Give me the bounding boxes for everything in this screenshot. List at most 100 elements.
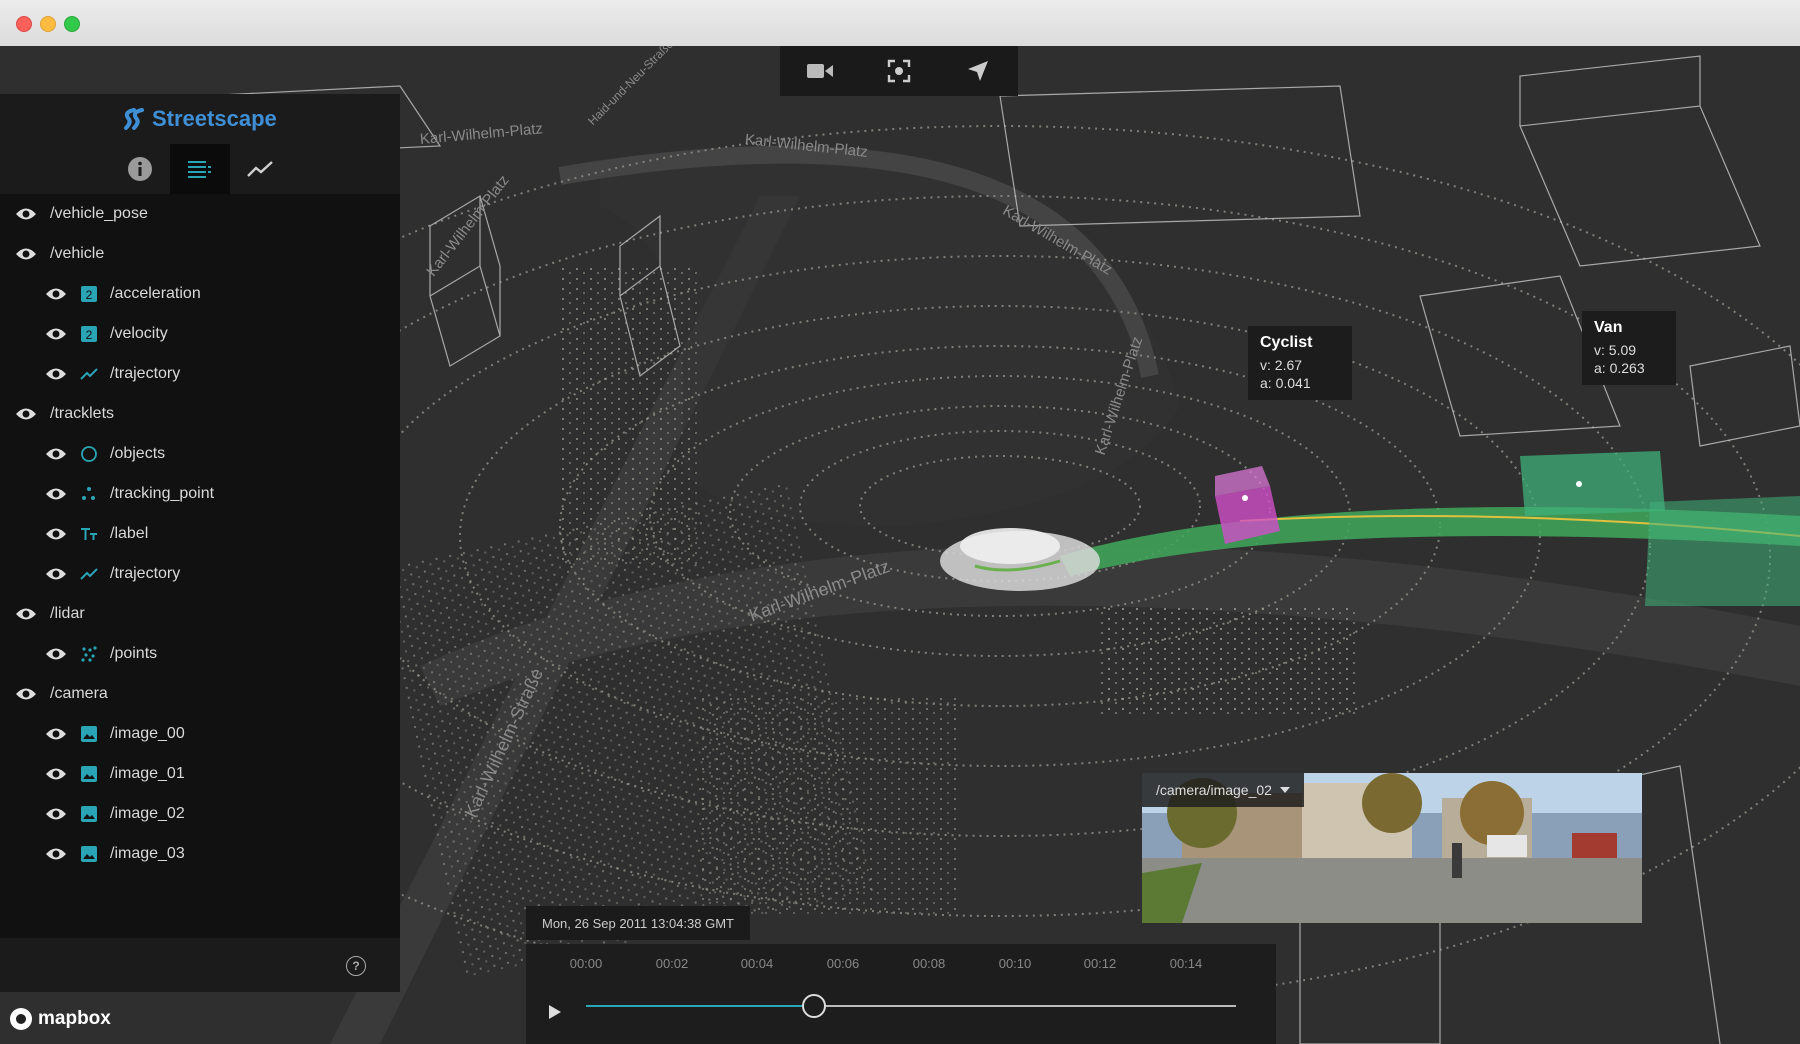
play-icon	[549, 1005, 561, 1019]
info-icon	[128, 157, 152, 181]
visibility-eye-icon[interactable]	[44, 486, 68, 502]
visibility-eye-icon[interactable]	[44, 846, 68, 862]
help-icon[interactable]: ?	[346, 956, 366, 976]
tab-metrics[interactable]	[230, 144, 290, 194]
visibility-eye-icon[interactable]	[14, 206, 38, 222]
image-icon	[80, 805, 98, 823]
cyclist-tooltip-title: Cyclist	[1260, 334, 1313, 351]
image-icon	[80, 765, 98, 783]
cyclist-acceleration: a: 0.041	[1260, 375, 1311, 391]
stream-item[interactable]: /lidar	[0, 594, 400, 634]
recenter-button[interactable]	[874, 51, 924, 91]
timeline-slider[interactable]	[586, 994, 1236, 1018]
stream-list: /vehicle_pose /vehicle 2 /acceleration 2…	[0, 194, 400, 874]
play-button[interactable]	[544, 1002, 564, 1022]
close-window-button[interactable]	[16, 16, 32, 32]
mapbox-attribution[interactable]: mapbox	[10, 1008, 111, 1030]
stream-item[interactable]: /image_03	[0, 834, 400, 874]
scatter-icon	[80, 645, 98, 663]
visibility-eye-icon[interactable]	[14, 246, 38, 262]
visibility-eye-icon[interactable]	[14, 606, 38, 622]
view-toolbar	[780, 46, 1018, 96]
timeline-tick-label: 00:12	[1083, 956, 1117, 971]
window-titlebar	[0, 0, 1800, 47]
van-acceleration: a: 0.263	[1594, 360, 1645, 376]
visibility-eye-icon[interactable]	[44, 326, 68, 342]
timeline-tick-label: 00:02	[655, 956, 689, 971]
timeline-tick-label: 00:04	[740, 956, 774, 971]
stream-item[interactable]: /trajectory	[0, 354, 400, 394]
current-timestamp: Mon, 26 Sep 2011 13:04:38 GMT	[526, 906, 750, 940]
sidebar: Streetscape /vehicle_pose /vehicle 2 /ac…	[0, 94, 400, 992]
stream-label: /trajectory	[110, 365, 181, 382]
metrics-chart-icon	[247, 161, 273, 177]
stream-item[interactable]: /image_02	[0, 794, 400, 834]
tab-info[interactable]	[110, 144, 170, 194]
svg-text:2: 2	[86, 288, 93, 302]
minimize-window-button[interactable]	[40, 16, 56, 32]
visibility-eye-icon[interactable]	[44, 646, 68, 662]
timeline-tick-label: 00:06	[826, 956, 860, 971]
timeline-knob[interactable]	[801, 994, 826, 1018]
stream-item[interactable]: /label	[0, 514, 400, 554]
stream-item[interactable]: /objects	[0, 434, 400, 474]
van-tooltip: Van v: 5.09 a: 0.263	[1582, 311, 1676, 385]
stream-label: /vehicle_pose	[50, 205, 148, 222]
text-icon	[80, 525, 98, 543]
camera-icon	[806, 64, 833, 78]
stream-item[interactable]: /tracklets	[0, 394, 400, 434]
camera-stream-selected: /camera/image_02	[1156, 782, 1272, 798]
polyline-icon	[80, 565, 98, 583]
camera-stream-dropdown[interactable]: /camera/image_02	[1142, 773, 1304, 807]
circle-icon	[80, 445, 98, 463]
navigate-button[interactable]	[953, 51, 1003, 91]
stream-item[interactable]: /vehicle_pose	[0, 194, 400, 234]
stream-item[interactable]: /camera	[0, 674, 400, 714]
cyclist-velocity: v: 2.67	[1260, 357, 1303, 373]
visibility-eye-icon[interactable]	[14, 406, 38, 422]
camera-view-button[interactable]	[795, 51, 845, 91]
cyclist-tooltip: Cyclist v: 2.67 a: 0.041	[1248, 326, 1352, 400]
visibility-eye-icon[interactable]	[44, 766, 68, 782]
mapbox-logo-icon	[10, 1008, 32, 1030]
stream-label: /velocity	[110, 325, 168, 342]
stream-item[interactable]: /vehicle	[0, 234, 400, 274]
stream-item[interactable]: /points	[0, 634, 400, 674]
maximize-window-button[interactable]	[64, 16, 80, 32]
stream-item[interactable]: /trajectory	[0, 554, 400, 594]
visibility-eye-icon[interactable]	[44, 806, 68, 822]
streams-list-icon	[188, 161, 211, 178]
app-logo: Streetscape	[122, 106, 277, 132]
timeline-tick-label: 00:14	[1169, 956, 1203, 971]
timeline-tick-label: 00:08	[912, 956, 946, 971]
streetscape-logo-icon	[124, 108, 144, 130]
stream-label: /tracklets	[50, 405, 115, 422]
stream-label: /points	[110, 645, 158, 662]
number-icon: 2	[80, 285, 98, 303]
visibility-eye-icon[interactable]	[14, 686, 38, 702]
polyline-icon	[80, 365, 98, 383]
visibility-eye-icon[interactable]	[44, 526, 68, 542]
stream-item[interactable]: /image_01	[0, 754, 400, 794]
image-icon	[80, 845, 98, 863]
recenter-icon	[887, 59, 911, 83]
van-tooltip-title: Van	[1594, 319, 1623, 336]
timeline-progress	[586, 1005, 814, 1007]
stream-item[interactable]: 2 /velocity	[0, 314, 400, 354]
visibility-eye-icon[interactable]	[44, 726, 68, 742]
stream-item[interactable]: /tracking_point	[0, 474, 400, 514]
tab-streams[interactable]	[170, 144, 230, 194]
app-window: Karl-Wilhelm-Platz Karl-Wilhelm-Platz Ka…	[0, 0, 1800, 1044]
svg-text:2: 2	[86, 328, 93, 342]
visibility-eye-icon[interactable]	[44, 286, 68, 302]
stream-label: /lidar	[50, 605, 85, 622]
visibility-eye-icon[interactable]	[44, 446, 68, 462]
stream-item[interactable]: /image_00	[0, 714, 400, 754]
stream-item[interactable]: 2 /acceleration	[0, 274, 400, 314]
van-velocity: v: 5.09	[1594, 342, 1637, 358]
stream-label: /label	[110, 525, 149, 542]
visibility-eye-icon[interactable]	[44, 566, 68, 582]
sidebar-tabs	[110, 144, 290, 194]
stream-label: /image_01	[110, 765, 185, 782]
visibility-eye-icon[interactable]	[44, 366, 68, 382]
